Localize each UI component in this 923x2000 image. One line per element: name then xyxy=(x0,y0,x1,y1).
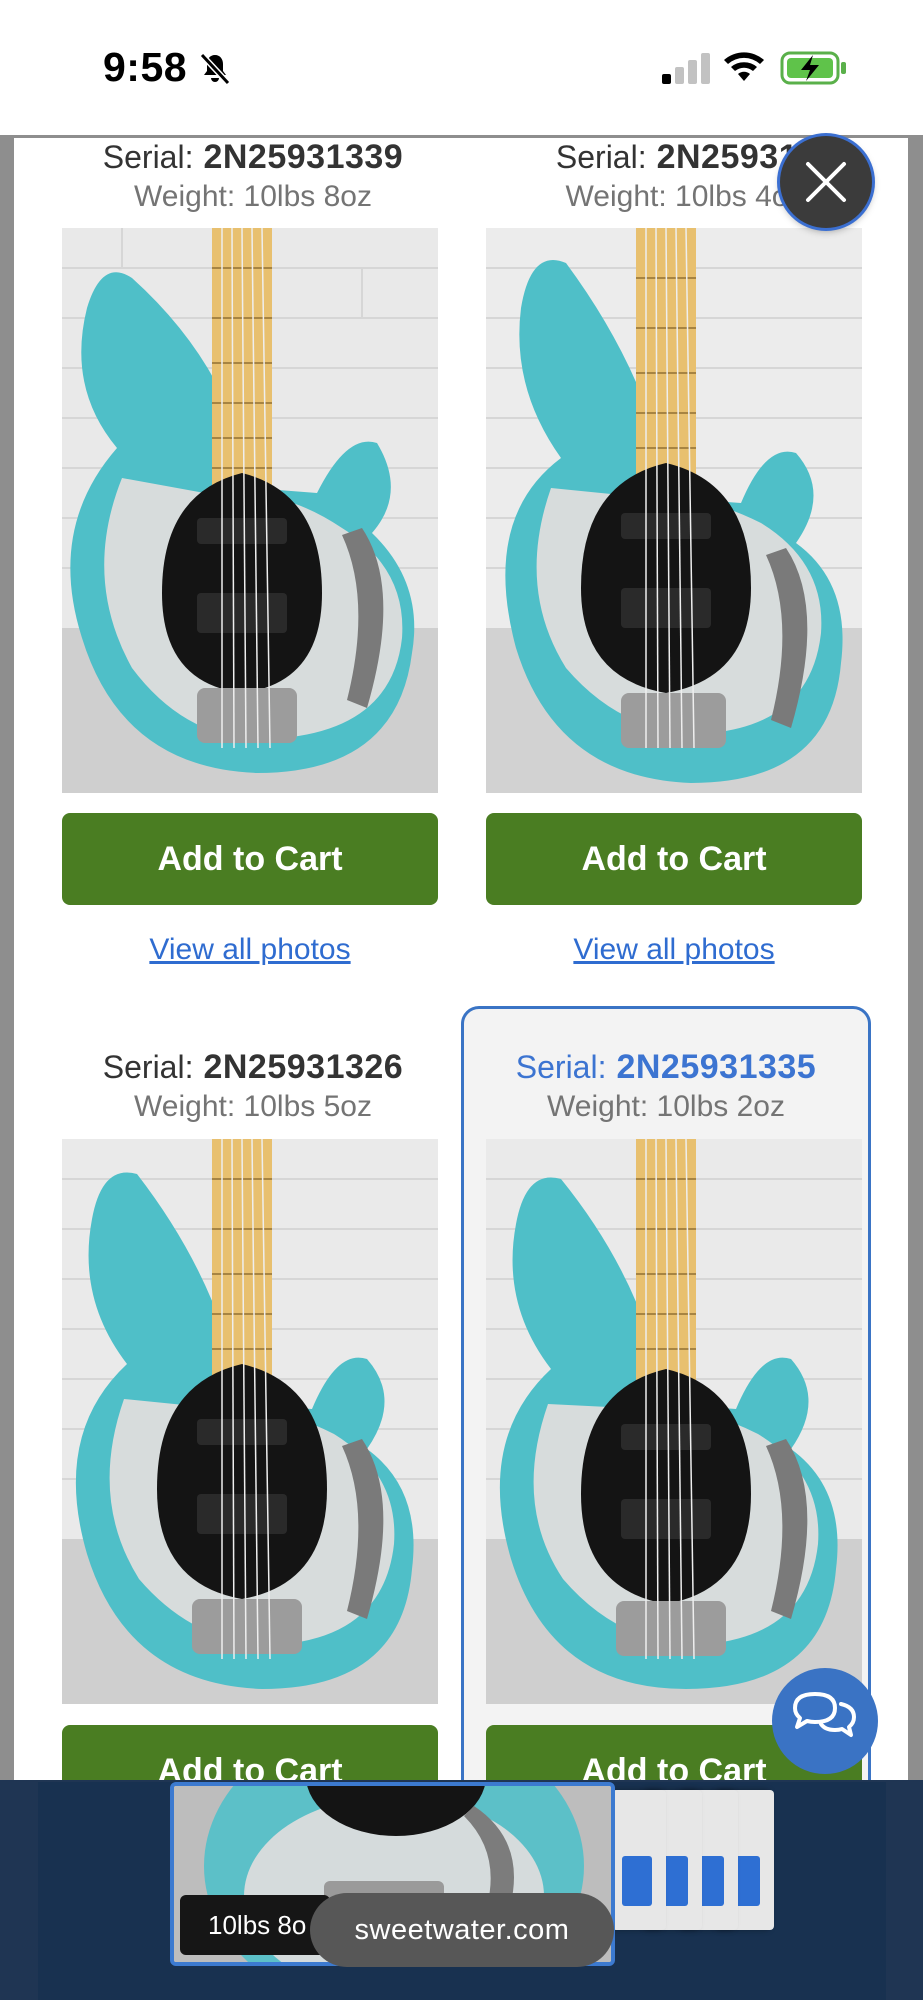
serial-line: Serial: 2N25931339 xyxy=(48,138,458,177)
serial-number: 2N25931 xyxy=(656,138,799,176)
unit-card: Serial: 2N25931339 Weight: 10lbs 8oz Add… xyxy=(48,138,458,998)
serial-label: Serial: xyxy=(102,139,194,175)
serial-line: Serial: 2N25931335 xyxy=(464,1048,868,1087)
weight-label: Weight: 10lbs 5oz xyxy=(134,1090,372,1123)
unit-card-selected[interactable]: Serial: 2N25931335 Weight: 10lbs 2oz Add… xyxy=(461,1006,871,1780)
serial-number: 2N25931326 xyxy=(203,1048,404,1086)
view-all-photos-link[interactable]: View all photos xyxy=(486,933,862,967)
add-to-cart-button[interactable]: Add to Cart xyxy=(62,813,438,905)
bass-guitar-photo[interactable] xyxy=(486,228,862,793)
url-bar[interactable]: sweetwater.com xyxy=(310,1893,614,1967)
serial-number: 2N25931335 xyxy=(616,1048,817,1086)
serial-line: Serial: 2N25931326 xyxy=(48,1048,458,1087)
weight-label: Weight: 10lbs 2oz xyxy=(547,1090,785,1123)
close-modal-button[interactable] xyxy=(780,136,872,228)
add-to-cart-button[interactable]: Add to Cart xyxy=(486,813,862,905)
bass-guitar-photo[interactable] xyxy=(62,1139,438,1704)
serial-label: Serial: xyxy=(555,139,647,175)
thumbnail-stack-item[interactable] xyxy=(612,1790,666,1930)
bell-slash-icon xyxy=(199,52,231,86)
unit-card: Serial: 2N25931326 Weight: 10lbs 5oz Add… xyxy=(48,1048,458,1780)
status-time: 9:58 xyxy=(103,44,188,90)
chat-bubbles-icon xyxy=(793,1692,856,1737)
wifi-icon xyxy=(724,52,764,81)
status-bar: 9:58 xyxy=(0,0,923,135)
chat-button[interactable] xyxy=(772,1668,878,1774)
serial-selection-modal: Serial: 2N25931339 Weight: 10lbs 8oz Add… xyxy=(14,138,908,1780)
close-icon xyxy=(806,162,846,202)
serial-number: 2N25931339 xyxy=(203,138,404,176)
serial-label: Serial: xyxy=(515,1049,607,1085)
battery-charging-icon xyxy=(780,51,846,85)
signal-icon xyxy=(662,53,710,84)
bass-guitar-photo[interactable] xyxy=(62,228,438,793)
weight-label: Weight: 10lbs 8oz xyxy=(134,180,372,213)
weight-chip: 10lbs 8o xyxy=(180,1895,330,1955)
serial-label: Serial: xyxy=(102,1049,194,1085)
view-all-photos-link[interactable]: View all photos xyxy=(62,933,438,967)
unit-card: Serial: 2N25931 Weight: 10lbs 4o Add to … xyxy=(472,138,882,998)
add-to-cart-button[interactable]: Add to Cart xyxy=(62,1725,438,1780)
bass-guitar-photo[interactable] xyxy=(486,1139,862,1704)
